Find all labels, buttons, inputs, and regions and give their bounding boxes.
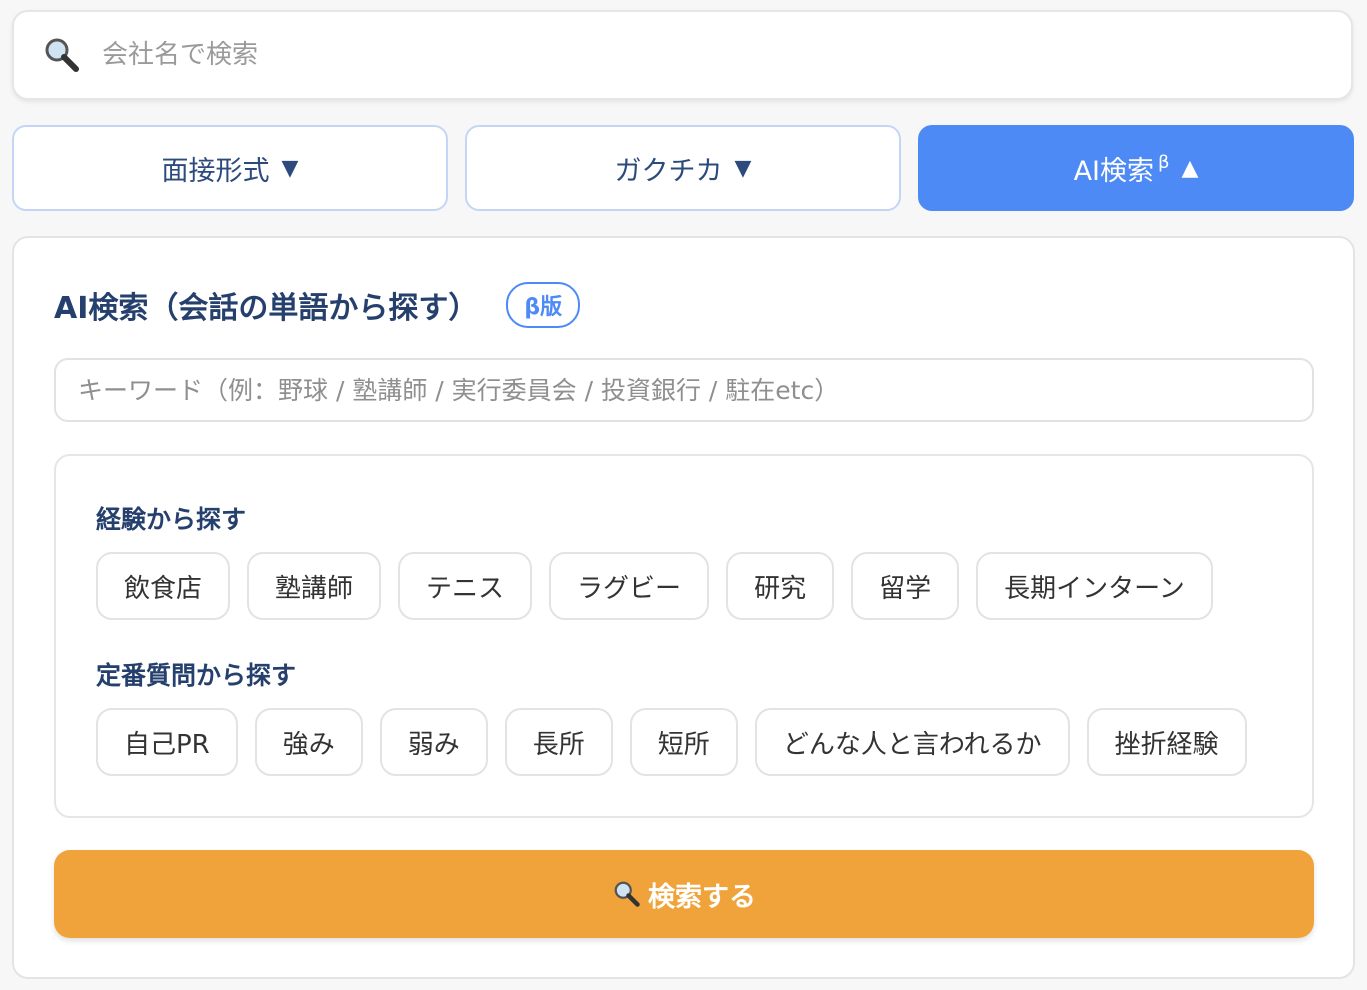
panel-title: AI検索（会話の単語から探す） β版 <box>54 282 581 328</box>
chip-experience[interactable]: 塾講師 <box>247 552 382 620</box>
chip-experience[interactable]: 留学 <box>851 552 960 620</box>
caret-down-icon: ▼ <box>734 155 752 181</box>
chip-question[interactable]: 弱み <box>379 708 488 776</box>
chip-question[interactable]: 自己PR <box>96 708 238 776</box>
search-submit-label: 検索する <box>648 881 756 913</box>
beta-badge: β版 <box>506 282 581 328</box>
caret-up-icon: ▲ <box>1181 155 1199 181</box>
chip-question[interactable]: 挫折経験 <box>1086 708 1247 776</box>
tab-label: ガクチカ <box>614 155 723 187</box>
chip-question[interactable]: 短所 <box>629 708 738 776</box>
keyword-field[interactable] <box>54 358 1314 422</box>
chip-experience[interactable]: 飲食店 <box>96 552 231 620</box>
tab-ai-search[interactable]: AI検索 β ▲ <box>918 125 1354 211</box>
chip-experience[interactable]: ラグビー <box>549 552 710 620</box>
tab-label: AI検索 <box>1073 155 1154 187</box>
questions-section-title: 定番質問から探す <box>96 661 297 690</box>
company-search-bar[interactable] <box>12 10 1353 100</box>
chip-question[interactable]: どんな人と言われるか <box>754 708 1070 776</box>
filter-tabs: 面接形式 ▼ ガクチカ ▼ AI検索 β ▲ <box>12 125 1355 211</box>
magnifier-icon <box>614 881 640 907</box>
beta-superscript: β <box>1158 151 1170 173</box>
tab-label: 面接形式 <box>161 155 270 187</box>
ai-search-panel: AI検索（会話の単語から探す） β版 経験から探す 飲食店 塾講師 テニス ラグ… <box>12 236 1355 979</box>
company-search-input[interactable] <box>102 40 1202 70</box>
chip-question[interactable]: 強み <box>254 708 363 776</box>
experience-section-title: 経験から探す <box>96 505 247 534</box>
suggestion-box: 経験から探す 飲食店 塾講師 テニス ラグビー 研究 留学 長期インターン 定番… <box>54 454 1314 818</box>
chip-question[interactable]: 長所 <box>504 708 613 776</box>
chip-experience[interactable]: テニス <box>398 552 533 620</box>
chip-experience[interactable]: 研究 <box>726 552 835 620</box>
magnifier-icon <box>45 38 79 72</box>
chip-experience[interactable]: 長期インターン <box>976 552 1213 620</box>
experience-chips: 飲食店 塾講師 テニス ラグビー 研究 留学 長期インターン <box>96 552 1213 620</box>
panel-title-text: AI検索（会話の単語から探す） <box>54 291 479 326</box>
question-chips: 自己PR 強み 弱み 長所 短所 どんな人と言われるか 挫折経験 <box>96 708 1247 776</box>
search-submit-button[interactable]: 検索する <box>54 850 1314 938</box>
caret-down-icon: ▼ <box>281 155 299 181</box>
tab-gakuchika[interactable]: ガクチカ ▼ <box>465 125 901 211</box>
tab-interview-format[interactable]: 面接形式 ▼ <box>12 125 448 211</box>
keyword-input[interactable] <box>78 375 1288 405</box>
